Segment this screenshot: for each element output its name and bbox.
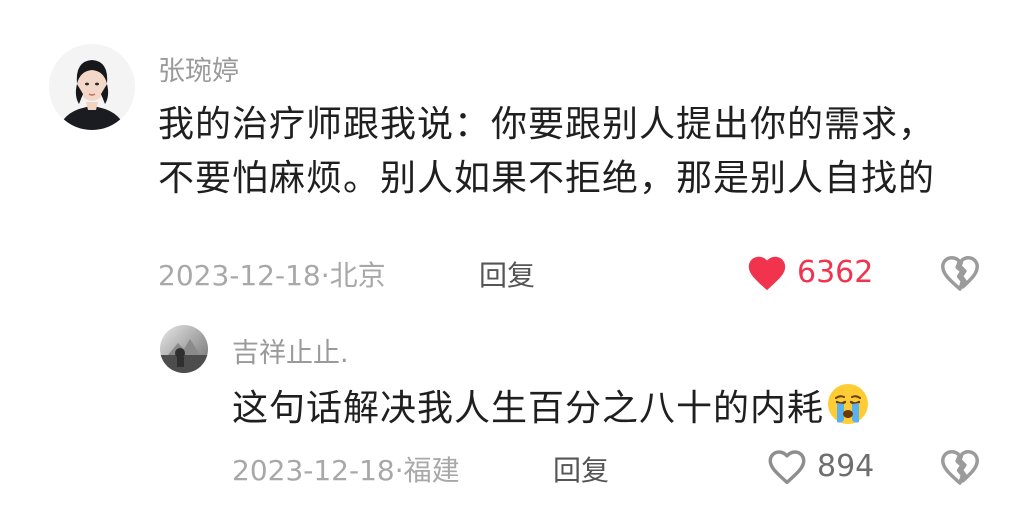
like-count: 6362 xyxy=(797,254,874,290)
dislike-button[interactable] xyxy=(938,251,982,297)
comment-username[interactable]: 张琬婷 xyxy=(158,49,239,88)
comment-location: 北京 xyxy=(329,259,386,292)
meta-dot: · xyxy=(320,259,330,292)
comment-text: 这句话解决我人生百分之八十的内耗 xyxy=(232,388,825,429)
reply-button[interactable]: 回复 xyxy=(479,254,535,294)
broken-heart-icon xyxy=(941,255,979,291)
like-count: 894 xyxy=(817,448,875,484)
heart-outline-icon xyxy=(768,450,806,485)
comment-username[interactable]: 吉祥止止. xyxy=(232,331,349,370)
comment-meta: 2023-12-18·福建 xyxy=(232,449,460,489)
comment-location: 福建 xyxy=(403,454,460,487)
comment-text-line: 这句话解决我人生百分之八十的内耗 xyxy=(232,382,952,442)
reply-button[interactable]: 回复 xyxy=(553,449,609,489)
broken-heart-icon xyxy=(941,449,979,485)
avatar[interactable] xyxy=(160,325,208,373)
comment-date: 2023-12-18 xyxy=(158,259,321,292)
comment-meta: 2023-12-18·北京 xyxy=(158,254,386,294)
heart-filled-icon xyxy=(748,256,786,291)
comment-date: 2023-12-18 xyxy=(232,454,395,487)
dislike-button[interactable] xyxy=(938,445,982,491)
comment-text: 我的治疗师跟我说：你要跟别人提出你的需求，不要怕麻烦。别人如果不拒绝，那是别人自… xyxy=(158,104,936,199)
meta-dot: · xyxy=(394,454,404,487)
avatar[interactable] xyxy=(49,44,135,130)
avatar-portrait-icon xyxy=(49,44,135,130)
like-button[interactable]: 894 xyxy=(765,446,874,486)
like-button[interactable]: 6362 xyxy=(745,252,873,292)
crying-face-emoji xyxy=(826,382,870,442)
comment-1: 张琬婷 我的治疗师跟我说：你要跟别人提出你的需求，不要怕麻烦。别人如果不拒绝，那… xyxy=(0,0,1024,300)
avatar-photo-icon xyxy=(160,325,208,373)
comment-2: 吉祥止止. 这句话解决我人生百分之八十的内耗 2023-12-18·福建 回复 … xyxy=(0,300,1024,511)
